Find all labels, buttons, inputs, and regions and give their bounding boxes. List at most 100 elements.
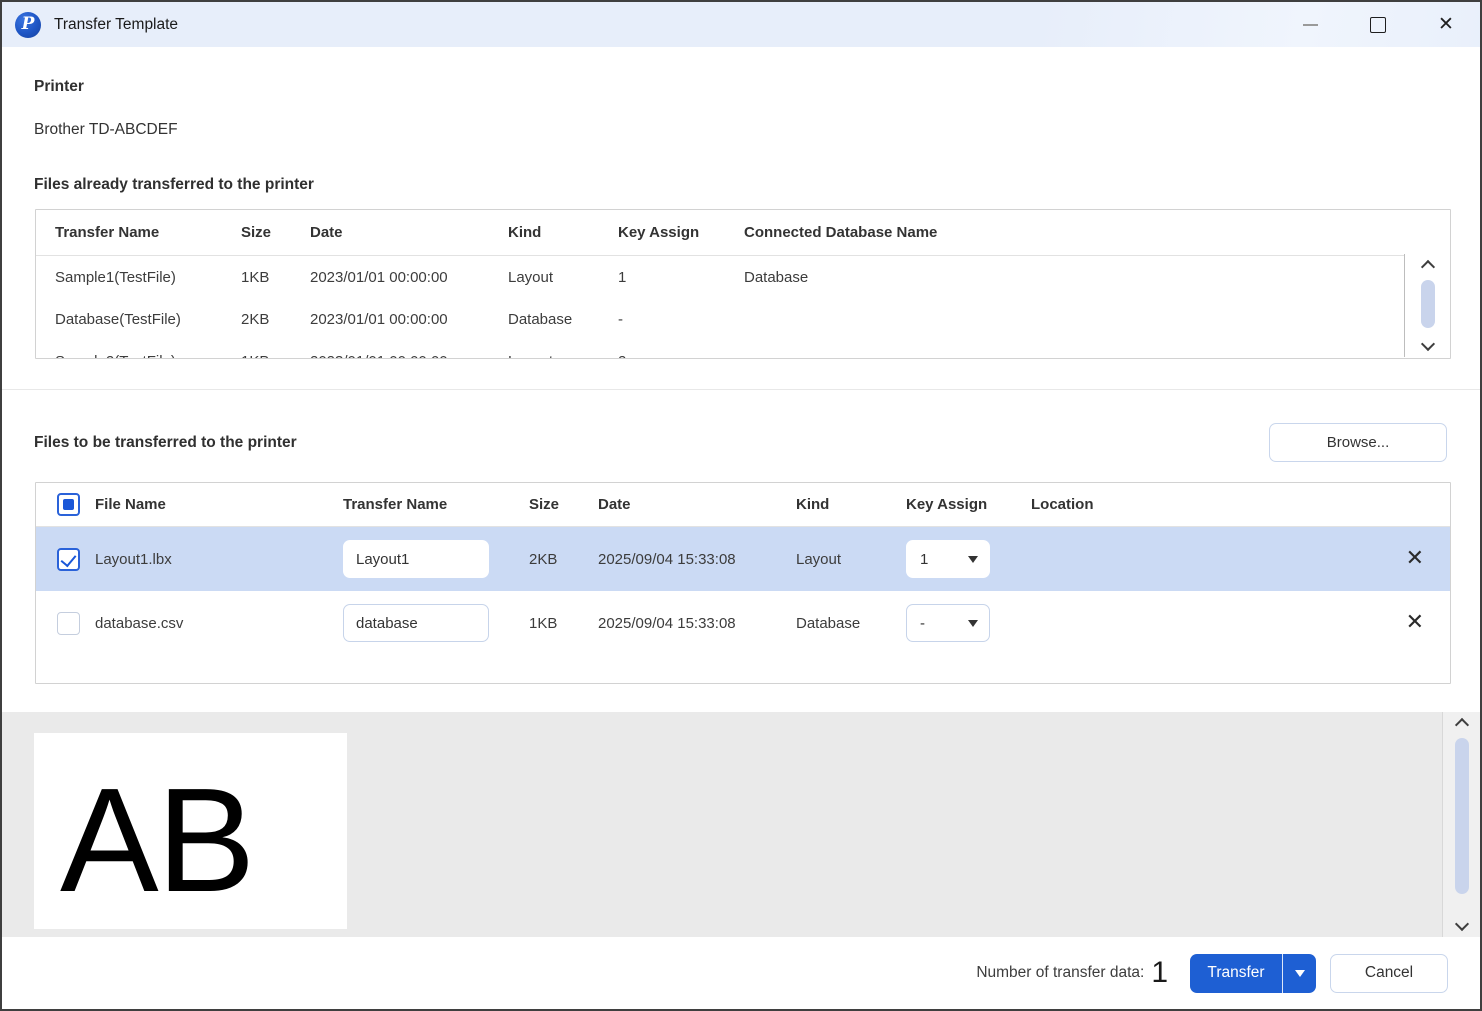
scrollbar-thumb[interactable]: [1421, 280, 1435, 328]
cell-transfer-name: Sample2(TestFile): [55, 353, 241, 360]
col-file-name: File Name: [95, 496, 343, 513]
transfer-name-input[interactable]: [343, 604, 489, 642]
transfer-count-label: Number of transfer data:: [976, 964, 1144, 982]
remove-row-button[interactable]: ✕: [1406, 548, 1424, 570]
cell-size: 2KB: [529, 551, 598, 568]
minimize-icon: [1303, 24, 1318, 26]
cell-size: 1KB: [529, 615, 598, 632]
preview-scrollbar: [1442, 712, 1480, 937]
key-assign-value: -: [920, 615, 925, 632]
cell-date: 2025/09/04 15:33:08: [598, 551, 796, 568]
section-divider: [2, 389, 1480, 390]
cell-key-assign: -: [906, 604, 1031, 642]
main-content: Printer Brother TD-ABCDEF Files already …: [2, 47, 1480, 712]
cell-kind: Database: [796, 615, 906, 632]
close-icon: ✕: [1438, 15, 1454, 34]
browse-button[interactable]: Browse...: [1269, 423, 1447, 462]
titlebar: P Transfer Template ✕: [2, 2, 1480, 47]
cell-size: 1KB: [241, 269, 310, 286]
ptouch-app-icon: P: [15, 12, 41, 38]
col-key-assign: Key Assign: [906, 496, 1031, 513]
table-scrollbar: [1404, 254, 1450, 357]
minimize-button[interactable]: [1276, 2, 1344, 47]
col-date: Date: [598, 496, 796, 513]
preview-pane: AB: [2, 712, 1480, 937]
transferred-files-table: Transfer Name Size Date Kind Key Assign …: [35, 209, 1451, 359]
table-row[interactable]: Database(TestFile) 2KB 2023/01/01 00:00:…: [36, 298, 1450, 340]
cell-key-assign: -: [618, 311, 744, 328]
cell-kind: Layout: [508, 353, 618, 360]
transfer-count-value: 1: [1151, 958, 1168, 988]
cell-kind: Layout: [796, 551, 906, 568]
cell-kind: Layout: [508, 269, 618, 286]
key-assign-value: 1: [920, 551, 928, 568]
cell-transfer-name: Database(TestFile): [55, 311, 241, 328]
col-kind: Kind: [796, 496, 906, 513]
window-controls: ✕: [1276, 2, 1480, 47]
scrollbar-thumb[interactable]: [1455, 738, 1469, 894]
row-checkbox[interactable]: [57, 612, 80, 635]
col-location: Location: [1031, 496, 1450, 513]
cell-kind: Database: [508, 311, 618, 328]
transfer-files-heading: Files to be transferred to the printer: [34, 434, 297, 452]
caret-down-icon: [968, 620, 978, 627]
col-transfer-name: Transfer Name: [343, 496, 529, 513]
cell-date: 2023/01/01 00:00:00: [310, 269, 508, 286]
row-checkbox[interactable]: [57, 548, 80, 571]
window-title: Transfer Template: [54, 16, 178, 34]
scroll-down-icon[interactable]: [1454, 917, 1468, 931]
maximize-icon: [1370, 17, 1386, 33]
transfer-file-row[interactable]: database.csv 1KB 2025/09/04 15:33:08 Dat…: [36, 591, 1450, 655]
key-assign-dropdown[interactable]: 1: [906, 540, 990, 578]
label-preview-image: AB: [34, 733, 347, 929]
cell-size: 2KB: [241, 311, 310, 328]
col-date: Date: [310, 224, 508, 241]
transfer-files-header-row: File Name Transfer Name Size Date Kind K…: [36, 483, 1450, 527]
transfer-options-button[interactable]: [1282, 954, 1316, 993]
cell-key-assign: 1: [618, 269, 744, 286]
transfer-name-input[interactable]: [343, 540, 489, 578]
select-all-checkbox[interactable]: [57, 493, 80, 516]
maximize-button[interactable]: [1344, 2, 1412, 47]
col-key-assign: Key Assign: [618, 224, 744, 241]
table-row-clipped[interactable]: Sample2(TestFile) 1KB 2023/01/01 00:00:0…: [36, 340, 1450, 359]
cell-key-assign: 1: [906, 540, 1031, 578]
cell-file-name: database.csv: [95, 615, 343, 632]
preview-label-text: AB: [60, 767, 253, 915]
caret-down-icon: [968, 556, 978, 563]
close-button[interactable]: ✕: [1412, 2, 1480, 47]
transfer-files-table: File Name Transfer Name Size Date Kind K…: [35, 482, 1451, 684]
cell-size: 1KB: [241, 353, 310, 360]
transferred-files-heading: Files already transferred to the printer: [34, 176, 314, 194]
printer-name: Brother TD-ABCDEF: [34, 121, 178, 139]
remove-row-button[interactable]: ✕: [1406, 612, 1424, 634]
cell-connected-database: Database: [744, 269, 1450, 286]
caret-down-icon: [1295, 970, 1305, 977]
cancel-button[interactable]: Cancel: [1330, 954, 1448, 993]
cell-transfer-name: Sample1(TestFile): [55, 269, 241, 286]
col-transfer-name: Transfer Name: [55, 224, 241, 241]
transfer-file-row[interactable]: Layout1.lbx 2KB 2025/09/04 15:33:08 Layo…: [36, 527, 1450, 591]
cell-transfer-name: [343, 604, 529, 642]
transferred-files-header-row: Transfer Name Size Date Kind Key Assign …: [36, 210, 1450, 256]
cell-file-name: Layout1.lbx: [95, 551, 343, 568]
transfer-split-button: Transfer: [1190, 954, 1316, 993]
footer-bar: Number of transfer data: 1 Transfer Canc…: [2, 937, 1480, 1009]
cell-date: 2025/09/04 15:33:08: [598, 615, 796, 632]
cell-date: 2023/01/01 00:00:00: [310, 311, 508, 328]
col-kind: Kind: [508, 224, 618, 241]
col-connected-database-name: Connected Database Name: [744, 224, 1450, 241]
cell-date: 2023/01/01 00:00:00: [310, 353, 508, 360]
cell-key-assign: 2: [618, 353, 744, 360]
printer-label: Printer: [34, 78, 84, 96]
transfer-button[interactable]: Transfer: [1190, 954, 1282, 993]
col-size: Size: [241, 224, 310, 241]
key-assign-dropdown[interactable]: -: [906, 604, 990, 642]
scroll-down-icon[interactable]: [1420, 337, 1434, 351]
scroll-up-icon[interactable]: [1420, 260, 1434, 274]
scroll-up-icon[interactable]: [1454, 718, 1468, 732]
col-size: Size: [529, 496, 598, 513]
transfer-template-window: P Transfer Template ✕ Printer Brother TD…: [0, 0, 1482, 1011]
table-row[interactable]: Sample1(TestFile) 1KB 2023/01/01 00:00:0…: [36, 256, 1450, 298]
cell-transfer-name: [343, 540, 529, 578]
